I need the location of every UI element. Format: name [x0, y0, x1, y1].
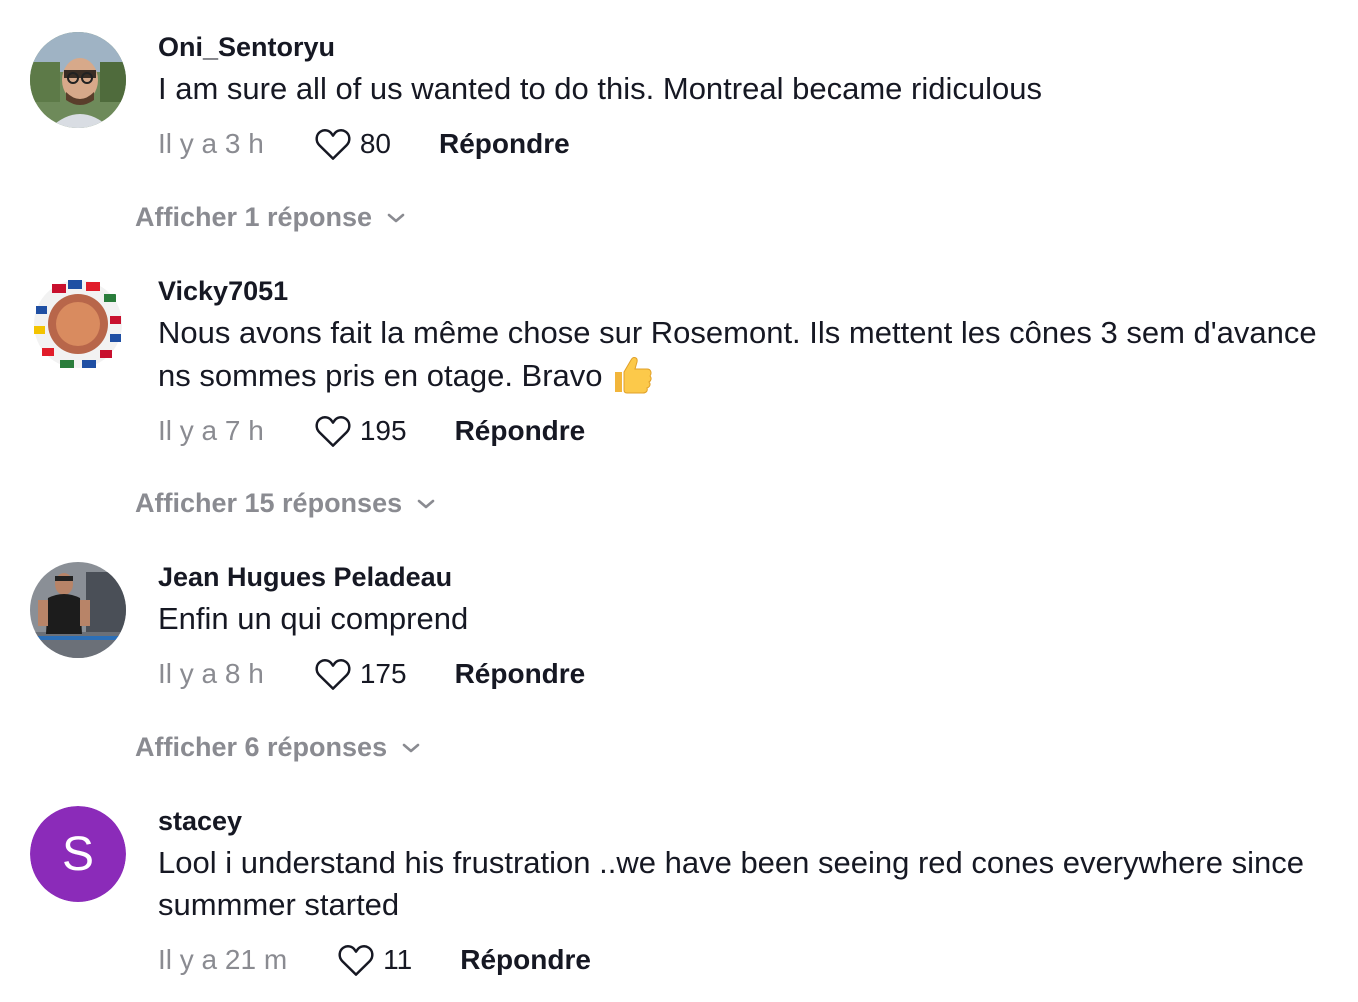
avatar-photo	[30, 562, 126, 658]
show-replies-label: Afficher 1 réponse	[135, 202, 373, 232]
comment-time: Il y a 21 m	[158, 944, 288, 975]
chevron-down-icon	[417, 499, 435, 508]
comment-text: Lool i understand his frustration ..we h…	[158, 845, 1304, 922]
comment-meta: Il y a 8 h 175 Répondre	[158, 652, 1318, 696]
show-replies-label: Afficher 6 réponses	[135, 732, 388, 762]
comment-time: Il y a 7 h	[158, 415, 264, 446]
like-count: 175	[359, 658, 407, 689]
chevron-down-icon	[402, 743, 420, 752]
comment-username[interactable]: stacey	[158, 804, 1318, 838]
avatar-initial: S	[30, 806, 126, 902]
comment-text: I am sure all of us wanted to do this. M…	[158, 71, 1042, 106]
comment-text-body: Nous avons fait la même chose sur Rosemo…	[158, 315, 1317, 393]
show-replies-button[interactable]: Afficher 6 réponses	[135, 732, 421, 763]
comment-time: Il y a 3 h	[158, 128, 264, 159]
comment-meta: Il y a 21 m 11 Répondre	[158, 938, 1318, 982]
like-count: 11	[383, 944, 413, 975]
avatar[interactable]	[30, 276, 126, 372]
avatar[interactable]	[30, 32, 126, 128]
like-button[interactable]: 175	[314, 657, 407, 691]
show-replies-button[interactable]: Afficher 15 réponses	[135, 488, 436, 519]
like-button[interactable]: 195	[314, 414, 407, 448]
avatar[interactable]: S	[30, 806, 126, 902]
avatar[interactable]	[30, 562, 126, 658]
comment-meta: Il y a 3 h 80 Répondre	[158, 122, 1318, 166]
comment-username[interactable]: Oni_Sentoryu	[158, 30, 1318, 64]
avatar-photo	[30, 276, 126, 372]
reply-button[interactable]: Répondre	[455, 415, 586, 447]
like-button[interactable]: 11	[337, 943, 412, 977]
reply-button[interactable]: Répondre	[439, 128, 570, 160]
comment-username[interactable]: Vicky7051	[158, 274, 1318, 308]
reply-button[interactable]: Répondre	[460, 944, 591, 976]
comment-text: Nous avons fait la même chose sur Rosemo…	[158, 312, 1318, 397]
avatar-photo	[30, 32, 126, 128]
heart-outline-icon	[338, 945, 374, 976]
like-button[interactable]: 80	[314, 127, 391, 161]
show-replies-button[interactable]: Afficher 1 réponse	[135, 202, 406, 233]
comment-meta: Il y a 7 h 195 Répondre	[158, 409, 1318, 453]
like-count: 80	[359, 128, 391, 159]
show-replies-label: Afficher 15 réponses	[135, 488, 403, 518]
reply-button[interactable]: Répondre	[455, 658, 586, 690]
heart-outline-icon	[315, 659, 351, 690]
chevron-down-icon	[387, 213, 405, 222]
comment-text: Enfin un qui comprend	[158, 601, 469, 636]
comment-username[interactable]: Jean Hugues Peladeau	[158, 560, 1318, 594]
comment-time: Il y a 8 h	[158, 658, 264, 689]
thumbs-up-emoji	[614, 357, 652, 394]
like-count: 195	[359, 415, 407, 446]
heart-outline-icon	[315, 129, 351, 160]
heart-outline-icon	[315, 416, 351, 447]
